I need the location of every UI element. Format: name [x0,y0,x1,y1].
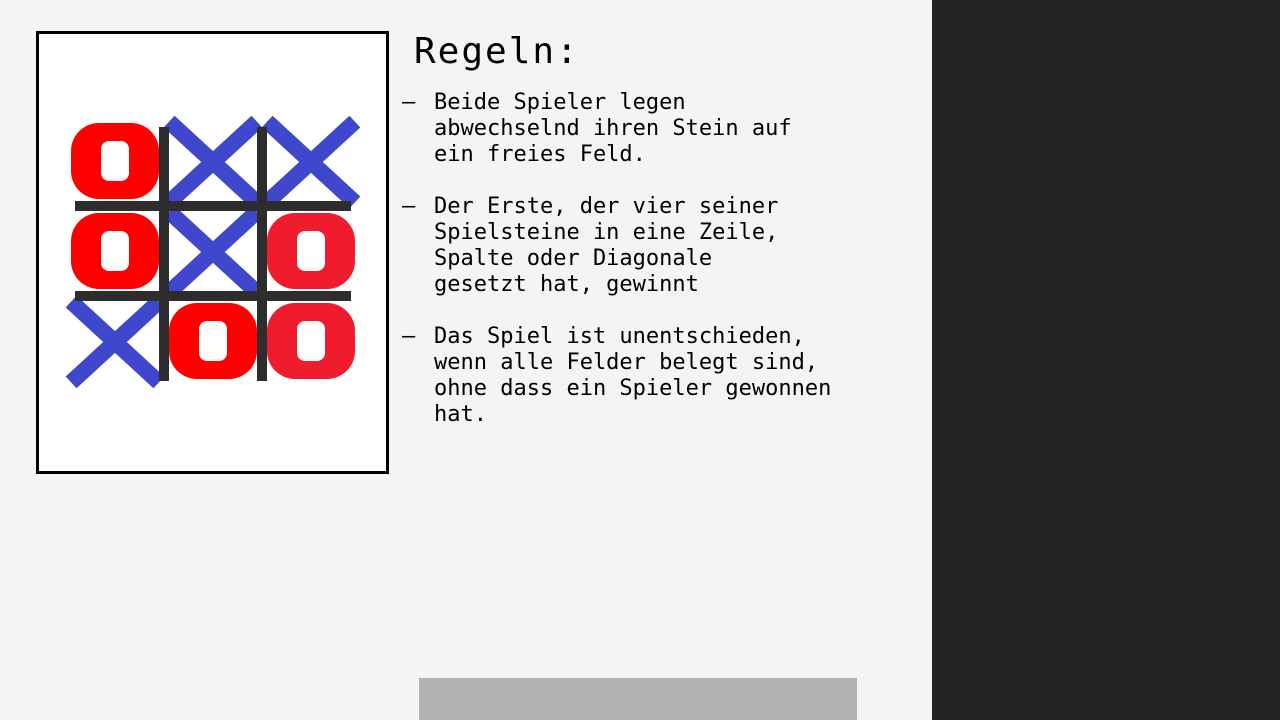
rule-text: Beide Spieler legen abwechselnd ihren St… [434,90,792,167]
x-piece [163,115,263,209]
x-piece [261,115,361,209]
rule-text: Das Spiel ist unentschieden, wenn alle F… [434,324,832,427]
rule-bullet: – [402,324,416,349]
rule-item: – Beide Spieler legen abwechselnd ihren … [402,90,922,194]
o-piece [267,213,355,289]
rule-bullet: – [402,90,416,115]
o-piece [169,303,257,379]
side-panel [932,0,1280,720]
example-board [65,115,361,389]
x-piece [65,295,165,389]
o-piece [267,303,355,379]
rule-bullet: – [402,194,416,219]
rule-item: – Das Spiel ist unentschieden, wenn alle… [402,324,922,428]
rule-text: Der Erste, der vier seiner Spielsteine i… [434,194,779,297]
grid-line-horizontal [75,291,351,301]
example-board-card [36,31,389,474]
o-piece [71,213,159,289]
grid-line-vertical [257,127,267,381]
o-piece [71,123,159,199]
rule-item: – Der Erste, der vier seiner Spielsteine… [402,194,922,298]
continue-button[interactable] [419,678,857,720]
x-piece [163,205,263,299]
rules-title: Regeln: [414,31,580,72]
content-area: Regeln: – Beide Spieler legen abwechseln… [0,0,932,720]
grid-line-horizontal [75,201,351,211]
grid-line-vertical [159,127,169,381]
